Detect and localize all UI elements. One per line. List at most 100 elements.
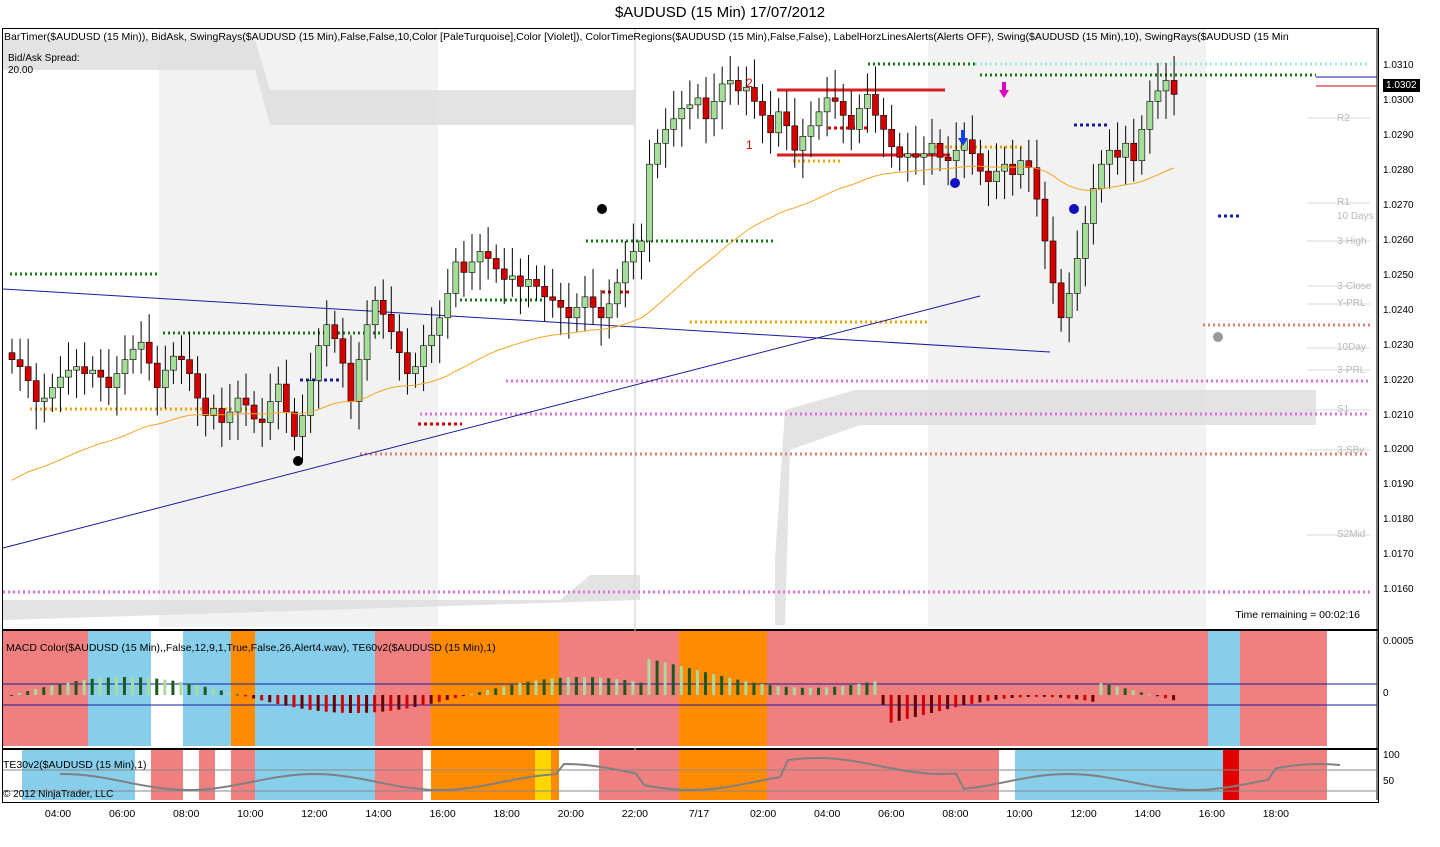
macd-bar-108: [881, 695, 885, 705]
y-tick-label: 1.0170: [1383, 549, 1414, 561]
macd-bar-122: [994, 695, 998, 700]
candle-body-10: [89, 369, 96, 374]
candle-body-128: [1041, 198, 1049, 242]
macd-bar-50: [413, 695, 417, 707]
candle-body-70: [573, 307, 581, 319]
candle-body-89: [726, 80, 734, 85]
te30-region-11: [767, 750, 999, 800]
x-tick-label: 04:00: [814, 808, 841, 820]
indicator-tick-label: 0: [1383, 688, 1389, 699]
candle-body-88: [718, 83, 726, 102]
candle-body-129: [1049, 240, 1057, 284]
macd-bar-119: [970, 695, 974, 704]
macd-bar-39: [324, 695, 328, 712]
candle-body-96: [783, 111, 791, 127]
candle-body-37: [307, 380, 314, 416]
macd-bar-94: [768, 685, 772, 695]
candle-body-8: [73, 366, 80, 371]
candle-body-67: [549, 296, 556, 301]
x-tick-label: 14:00: [1134, 808, 1161, 820]
macd-bar-128: [1042, 695, 1046, 697]
swing-dot-0: [293, 456, 303, 466]
x-tick-label: 04:00: [44, 808, 72, 820]
candle-body-33: [275, 383, 282, 402]
candle-body-47: [387, 313, 395, 333]
level-3close: 3-Close: [1337, 281, 1372, 292]
x-tick-label: 10:00: [237, 808, 264, 820]
macd-bar-33: [276, 695, 280, 705]
candle-body-73: [597, 307, 605, 319]
macd-bar-103: [841, 686, 845, 695]
swing-dot-3: [1069, 204, 1079, 214]
candle-body-31: [258, 418, 266, 423]
macd-bar-52: [429, 695, 433, 704]
level-yprl: Y-PRL: [1337, 298, 1366, 309]
macd-label: MACD Color($AUDUSD (15 Min),,False,12,9,…: [6, 642, 496, 654]
candle-body-29: [242, 397, 250, 406]
candle-body-105: [856, 108, 863, 130]
candle-body-107: [872, 94, 879, 116]
candle-body-58: [476, 251, 484, 263]
macd-bar-97: [792, 687, 796, 695]
y-tick-label: 1.0290: [1383, 130, 1414, 142]
candle-body-101: [823, 97, 831, 113]
macd-bar-135: [1099, 683, 1103, 695]
y-tick-label: 1.0190: [1383, 479, 1414, 491]
candle-body-3: [32, 380, 40, 402]
indicator-tick-label: 100: [1383, 750, 1400, 761]
macd-bar-129: [1051, 695, 1055, 698]
candle-body-12: [105, 376, 113, 388]
macd-bar-126: [1026, 695, 1030, 697]
macd-bar-43: [357, 695, 361, 713]
candle-body-66: [541, 286, 548, 298]
macd-bar-141: [1147, 694, 1151, 696]
macd-bar-0: [10, 695, 13, 696]
macd-bar-36: [300, 695, 304, 709]
macd-bar-91: [744, 681, 748, 695]
macd-bar-1: [18, 693, 22, 695]
macd-bar-54: [445, 695, 449, 701]
candle-body-1: [16, 359, 24, 367]
macd-bar-37: [308, 695, 312, 710]
macd-bar-121: [986, 695, 990, 701]
candle-body-46: [379, 300, 387, 315]
candle-body-62: [509, 275, 516, 280]
macd-bar-74: [607, 678, 611, 695]
macd-bar-102: [833, 686, 837, 695]
candle-body-77: [630, 251, 637, 263]
macd-bar-35: [292, 695, 296, 708]
level-r1: R1: [1337, 197, 1350, 208]
x-tick-label: 10:00: [1006, 808, 1033, 820]
macd-bar-29: [244, 695, 248, 697]
macd-region-12: [1240, 631, 1327, 746]
macd-bar-48: [397, 695, 401, 710]
macd-bar-16: [139, 677, 143, 695]
candle-body-41: [339, 338, 347, 364]
copyright: © 2012 NinjaTrader, LLC: [3, 789, 114, 800]
macd-bar-84: [687, 668, 691, 695]
candle-body-51: [420, 345, 427, 367]
macd-bar-31: [260, 695, 264, 701]
macd-bar-19: [163, 679, 167, 695]
macd-bar-62: [510, 684, 514, 695]
candle-body-116: [944, 156, 952, 162]
macd-bar-127: [1034, 695, 1038, 697]
candle-body-7: [65, 369, 72, 378]
macd-bar-41: [340, 695, 344, 713]
candle-body-140: [1138, 128, 1146, 162]
candle-body-0: [8, 352, 16, 360]
macd-bar-63: [518, 683, 522, 695]
candle-body-40: [331, 324, 339, 340]
candle-body-63: [517, 275, 524, 287]
candle-body-94: [767, 115, 774, 134]
candle-body-80: [654, 142, 661, 165]
macd-bar-81: [663, 662, 667, 695]
indicator-list: BarTimer($AUDUSD (15 Min)), BidAsk, Swin…: [4, 31, 1289, 43]
macd-bar-136: [1107, 684, 1111, 695]
macd-bar-118: [962, 695, 966, 706]
candle-body-112: [912, 153, 920, 158]
macd-bar-47: [389, 695, 393, 711]
macd-bar-77: [631, 681, 635, 695]
level-10days: 10 Days: [1337, 211, 1374, 222]
candle-body-138: [1122, 142, 1129, 158]
